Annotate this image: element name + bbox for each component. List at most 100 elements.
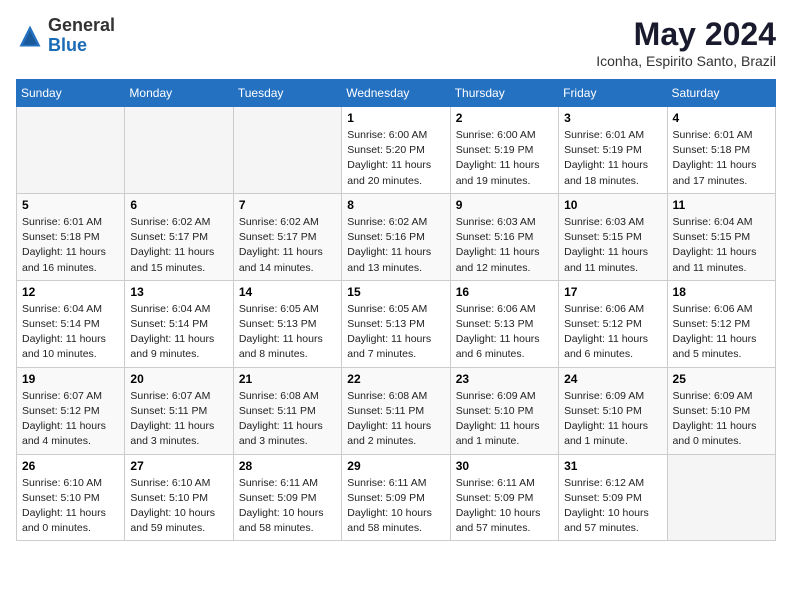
day-number: 31: [564, 459, 661, 473]
day-info: Sunrise: 6:03 AM Sunset: 5:16 PM Dayligh…: [456, 215, 553, 276]
day-number: 14: [239, 285, 336, 299]
day-number: 3: [564, 111, 661, 125]
day-info: Sunrise: 6:11 AM Sunset: 5:09 PM Dayligh…: [239, 476, 336, 537]
day-info: Sunrise: 6:04 AM Sunset: 5:14 PM Dayligh…: [22, 302, 119, 363]
calendar-table: SundayMondayTuesdayWednesdayThursdayFrid…: [16, 79, 776, 541]
calendar-cell: 23 Sunrise: 6:09 AM Sunset: 5:10 PM Dayli…: [450, 367, 558, 454]
day-info: Sunrise: 6:09 AM Sunset: 5:10 PM Dayligh…: [564, 389, 661, 450]
logo-general: General: [48, 15, 115, 35]
calendar-cell: 8 Sunrise: 6:02 AM Sunset: 5:16 PM Daylig…: [342, 193, 450, 280]
weekday-header: Sunday: [17, 80, 125, 107]
day-info: Sunrise: 6:06 AM Sunset: 5:13 PM Dayligh…: [456, 302, 553, 363]
day-number: 11: [673, 198, 770, 212]
calendar-cell: 29Sunrise: 6:11 AM Sunset: 5:09 PM Dayli…: [342, 454, 450, 541]
day-info: Sunrise: 6:00 AM Sunset: 5:20 PM Dayligh…: [347, 128, 444, 189]
day-info: Sunrise: 6:01 AM Sunset: 5:18 PM Dayligh…: [673, 128, 770, 189]
calendar-cell: 11 Sunrise: 6:04 AM Sunset: 5:15 PM Dayli…: [667, 193, 775, 280]
calendar-cell: 10Sunrise: 6:03 AM Sunset: 5:15 PM Dayli…: [559, 193, 667, 280]
calendar-cell: 5Sunrise: 6:01 AM Sunset: 5:18 PM Daylig…: [17, 193, 125, 280]
day-number: 16: [456, 285, 553, 299]
calendar-week-row: 12 Sunrise: 6:04 AM Sunset: 5:14 PM Dayli…: [17, 280, 776, 367]
calendar-cell: [233, 107, 341, 194]
day-info: Sunrise: 6:12 AM Sunset: 5:09 PM Dayligh…: [564, 476, 661, 537]
day-info: Sunrise: 6:05 AM Sunset: 5:13 PM Dayligh…: [347, 302, 444, 363]
calendar-cell: 16 Sunrise: 6:06 AM Sunset: 5:13 PM Dayli…: [450, 280, 558, 367]
day-info: Sunrise: 6:02 AM Sunset: 5:16 PM Dayligh…: [347, 215, 444, 276]
day-number: 26: [22, 459, 119, 473]
day-number: 28: [239, 459, 336, 473]
day-info: Sunrise: 6:07 AM Sunset: 5:11 PM Dayligh…: [130, 389, 227, 450]
calendar-cell: 7 Sunrise: 6:02 AM Sunset: 5:17 PM Daylig…: [233, 193, 341, 280]
calendar-cell: 21 Sunrise: 6:08 AM Sunset: 5:11 PM Dayli…: [233, 367, 341, 454]
day-info: Sunrise: 6:04 AM Sunset: 5:15 PM Dayligh…: [673, 215, 770, 276]
weekday-header: Saturday: [667, 80, 775, 107]
day-info: Sunrise: 6:10 AM Sunset: 5:10 PM Dayligh…: [22, 476, 119, 537]
day-number: 27: [130, 459, 227, 473]
day-number: 24: [564, 372, 661, 386]
day-number: 22: [347, 372, 444, 386]
day-number: 8: [347, 198, 444, 212]
calendar-cell: 19 Sunrise: 6:07 AM Sunset: 5:12 PM Dayli…: [17, 367, 125, 454]
day-number: 23: [456, 372, 553, 386]
weekday-header: Thursday: [450, 80, 558, 107]
day-info: Sunrise: 6:04 AM Sunset: 5:14 PM Dayligh…: [130, 302, 227, 363]
day-number: 18: [673, 285, 770, 299]
calendar-cell: [125, 107, 233, 194]
calendar-week-row: 26 Sunrise: 6:10 AM Sunset: 5:10 PM Dayli…: [17, 454, 776, 541]
logo-icon: [16, 22, 44, 50]
logo-blue: Blue: [48, 35, 87, 55]
day-info: Sunrise: 6:02 AM Sunset: 5:17 PM Dayligh…: [130, 215, 227, 276]
calendar-cell: 6 Sunrise: 6:02 AM Sunset: 5:17 PM Daylig…: [125, 193, 233, 280]
calendar-cell: 15Sunrise: 6:05 AM Sunset: 5:13 PM Dayli…: [342, 280, 450, 367]
day-info: Sunrise: 6:01 AM Sunset: 5:19 PM Dayligh…: [564, 128, 661, 189]
calendar-week-row: 1Sunrise: 6:00 AM Sunset: 5:20 PM Daylig…: [17, 107, 776, 194]
calendar-cell: 22 Sunrise: 6:08 AM Sunset: 5:11 PM Dayli…: [342, 367, 450, 454]
calendar-cell: 25 Sunrise: 6:09 AM Sunset: 5:10 PM Dayli…: [667, 367, 775, 454]
day-info: Sunrise: 6:03 AM Sunset: 5:15 PM Dayligh…: [564, 215, 661, 276]
day-info: Sunrise: 6:01 AM Sunset: 5:18 PM Dayligh…: [22, 215, 119, 276]
calendar-week-row: 5Sunrise: 6:01 AM Sunset: 5:18 PM Daylig…: [17, 193, 776, 280]
calendar-cell: 4 Sunrise: 6:01 AM Sunset: 5:18 PM Daylig…: [667, 107, 775, 194]
day-number: 19: [22, 372, 119, 386]
calendar-cell: 28 Sunrise: 6:11 AM Sunset: 5:09 PM Dayli…: [233, 454, 341, 541]
day-number: 7: [239, 198, 336, 212]
page-header: General Blue May 2024 Iconha, Espirito S…: [16, 16, 776, 69]
day-number: 25: [673, 372, 770, 386]
calendar-header-row: SundayMondayTuesdayWednesdayThursdayFrid…: [17, 80, 776, 107]
logo: General Blue: [16, 16, 115, 56]
day-info: Sunrise: 6:08 AM Sunset: 5:11 PM Dayligh…: [239, 389, 336, 450]
calendar-cell: [17, 107, 125, 194]
calendar-cell: 9 Sunrise: 6:03 AM Sunset: 5:16 PM Daylig…: [450, 193, 558, 280]
calendar-cell: [667, 454, 775, 541]
day-info: Sunrise: 6:07 AM Sunset: 5:12 PM Dayligh…: [22, 389, 119, 450]
calendar-cell: 3 Sunrise: 6:01 AM Sunset: 5:19 PM Daylig…: [559, 107, 667, 194]
day-number: 12: [22, 285, 119, 299]
day-info: Sunrise: 6:08 AM Sunset: 5:11 PM Dayligh…: [347, 389, 444, 450]
day-info: Sunrise: 6:09 AM Sunset: 5:10 PM Dayligh…: [673, 389, 770, 450]
day-info: Sunrise: 6:06 AM Sunset: 5:12 PM Dayligh…: [673, 302, 770, 363]
calendar-week-row: 19 Sunrise: 6:07 AM Sunset: 5:12 PM Dayli…: [17, 367, 776, 454]
logo-text: General Blue: [48, 16, 115, 56]
day-number: 6: [130, 198, 227, 212]
calendar-cell: 13 Sunrise: 6:04 AM Sunset: 5:14 PM Dayli…: [125, 280, 233, 367]
day-number: 13: [130, 285, 227, 299]
calendar-cell: 20Sunrise: 6:07 AM Sunset: 5:11 PM Dayli…: [125, 367, 233, 454]
title-block: May 2024 Iconha, Espirito Santo, Brazil: [596, 16, 776, 69]
day-number: 29: [347, 459, 444, 473]
day-info: Sunrise: 6:11 AM Sunset: 5:09 PM Dayligh…: [456, 476, 553, 537]
calendar-cell: 17Sunrise: 6:06 AM Sunset: 5:12 PM Dayli…: [559, 280, 667, 367]
calendar-cell: 30 Sunrise: 6:11 AM Sunset: 5:09 PM Dayli…: [450, 454, 558, 541]
month-year: May 2024: [596, 16, 776, 53]
day-number: 9: [456, 198, 553, 212]
day-number: 21: [239, 372, 336, 386]
weekday-header: Tuesday: [233, 80, 341, 107]
day-info: Sunrise: 6:02 AM Sunset: 5:17 PM Dayligh…: [239, 215, 336, 276]
day-number: 30: [456, 459, 553, 473]
calendar-cell: 24 Sunrise: 6:09 AM Sunset: 5:10 PM Dayli…: [559, 367, 667, 454]
day-info: Sunrise: 6:09 AM Sunset: 5:10 PM Dayligh…: [456, 389, 553, 450]
calendar-cell: 27Sunrise: 6:10 AM Sunset: 5:10 PM Dayli…: [125, 454, 233, 541]
weekday-header: Friday: [559, 80, 667, 107]
day-number: 4: [673, 111, 770, 125]
calendar-cell: 18 Sunrise: 6:06 AM Sunset: 5:12 PM Dayli…: [667, 280, 775, 367]
calendar-cell: 1Sunrise: 6:00 AM Sunset: 5:20 PM Daylig…: [342, 107, 450, 194]
